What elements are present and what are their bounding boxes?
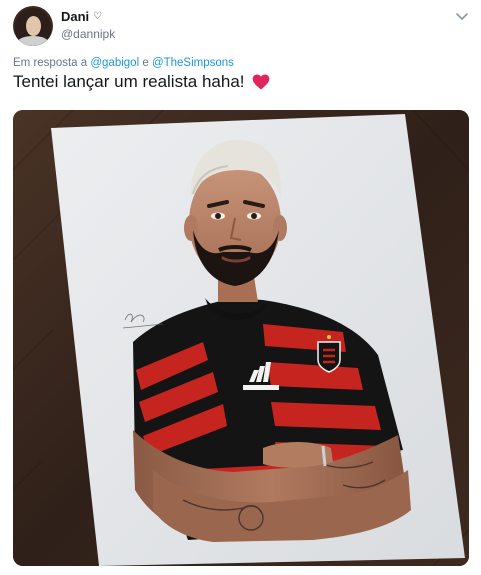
avatar[interactable] (13, 6, 53, 46)
display-name-row[interactable]: Dani ♡ (61, 9, 115, 25)
reply-prefix: Em resposta a (13, 57, 88, 69)
user-handle[interactable]: @dannipk (61, 26, 115, 42)
avatar-shoulder (17, 36, 49, 46)
chevron-down-icon[interactable] (455, 9, 469, 23)
tweet-card[interactable]: Dani ♡ @dannipk Em resposta a @gabigol e… (0, 0, 481, 575)
reply-joiner: e (142, 57, 149, 69)
drawing-photo (13, 110, 469, 566)
tweet-text-body: Tentei lançar um realista haha! (13, 72, 245, 91)
reply-context: Em resposta a @gabigol e @TheSimpsons (13, 56, 234, 70)
red-heart-icon (251, 72, 271, 92)
user-info: Dani ♡ @dannipk (61, 9, 115, 42)
display-name[interactable]: Dani (61, 9, 89, 25)
mention-link[interactable]: @TheSimpsons (152, 57, 234, 69)
heart-outline-icon: ♡ (93, 11, 103, 22)
avatar-face (26, 16, 41, 36)
mention-link[interactable]: @gabigol (90, 57, 139, 69)
tweet-photo[interactable] (13, 110, 469, 566)
tweet-text: Tentei lançar um realista haha! (13, 71, 271, 93)
